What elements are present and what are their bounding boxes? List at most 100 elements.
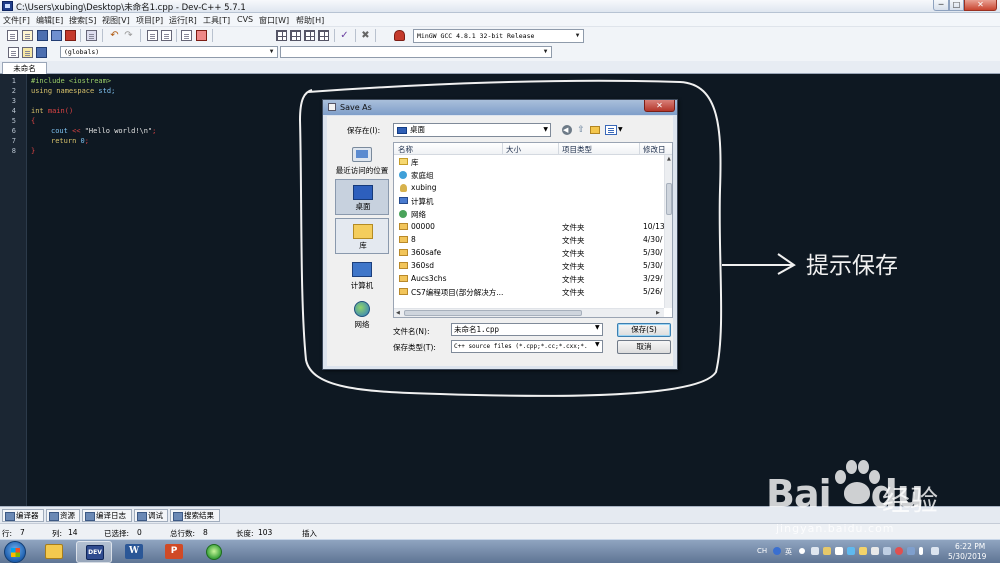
column-header-modified[interactable]: 修改日 [643, 144, 666, 155]
column-divider[interactable] [639, 143, 640, 155]
place-library[interactable]: 库 [335, 218, 389, 254]
ime-icon[interactable] [773, 547, 781, 555]
tray-language[interactable]: CH [757, 547, 767, 555]
debug-icon[interactable] [394, 30, 405, 41]
file-row[interactable]: 360safe 文件夹 5/30/ [394, 247, 664, 260]
menu-window[interactable]: 窗口[W] [259, 15, 289, 26]
tab-search-results[interactable]: 搜索结果 [170, 509, 220, 522]
place-network[interactable]: 网络 [335, 296, 389, 332]
compile-icon[interactable] [276, 30, 287, 41]
file-row[interactable]: 计算机 [394, 195, 664, 208]
place-recent[interactable]: 最近访问的位置 [335, 142, 389, 178]
column-header-name[interactable]: 名称 [398, 144, 413, 155]
column-divider[interactable] [502, 143, 503, 155]
chevron-down-icon[interactable]: ▼ [618, 126, 623, 133]
editor-tab-file[interactable]: 未命名1.cpp [2, 62, 47, 84]
up-folder-icon[interactable]: ⇧ [576, 125, 586, 135]
tab-debug[interactable]: 调试 [134, 509, 168, 522]
file-row[interactable]: 库 [394, 156, 664, 169]
wrench-icon[interactable] [835, 547, 843, 555]
filename-input[interactable]: 未命名1.cpp [451, 323, 603, 336]
display-icon[interactable] [883, 547, 891, 555]
menu-edit[interactable]: 编辑[E] [36, 15, 63, 26]
taskbar-360-browser[interactable] [196, 541, 232, 563]
save-button[interactable]: 保存(S) [617, 323, 671, 337]
scroll-left-icon[interactable]: ◀ [396, 310, 400, 316]
save-in-select[interactable]: 桌面 ▼ [393, 123, 551, 137]
file-row[interactable]: 360sd 文件夹 5/30/ [394, 260, 664, 273]
file-row[interactable]: CS7编程项目(部分解决方... 文件夹 5/26/ [394, 286, 664, 299]
network-tray-icon[interactable] [847, 547, 855, 555]
menu-search[interactable]: 搜索[S] [69, 15, 96, 26]
toggle-bookmark-icon[interactable] [22, 47, 33, 58]
goto-icon[interactable] [181, 30, 192, 41]
taskbar-explorer[interactable] [36, 541, 72, 563]
print-icon[interactable] [86, 30, 97, 41]
new-folder-icon[interactable] [590, 126, 600, 134]
update-icon[interactable] [895, 547, 903, 555]
horizontal-scroll-thumb[interactable] [404, 310, 582, 316]
menu-tools[interactable]: 工具[T] [203, 15, 230, 26]
file-row[interactable]: 家庭组 [394, 169, 664, 182]
redo-icon[interactable]: ↷ [123, 30, 134, 41]
function-select[interactable]: ▼ [280, 46, 552, 58]
scroll-right-icon[interactable]: ▶ [656, 310, 660, 316]
stop-icon[interactable]: ✖ [360, 30, 371, 41]
file-row[interactable]: 网络 [394, 208, 664, 221]
cancel-button[interactable]: 取消 [617, 340, 671, 354]
scope-select[interactable]: (globals) ▼ [60, 46, 278, 58]
battery-icon[interactable] [907, 547, 915, 555]
taskbar-powerpoint[interactable]: P [156, 541, 192, 563]
volume-icon[interactable] [931, 547, 939, 555]
menu-help[interactable]: 帮助[H] [296, 15, 324, 26]
taskbar-word[interactable]: W [116, 541, 152, 563]
punctuation-icon[interactable] [799, 548, 805, 554]
insert-icon[interactable] [8, 47, 19, 58]
close-window-button[interactable]: ✕ [964, 0, 997, 11]
clock-time[interactable]: 6:22 PM [955, 542, 985, 551]
dialog-close-button[interactable]: ✕ [644, 100, 675, 112]
vertical-scroll-thumb[interactable] [666, 183, 672, 215]
save-all-icon[interactable] [51, 30, 62, 41]
back-icon[interactable] [562, 125, 572, 135]
menu-cvs[interactable]: CVS [237, 15, 253, 24]
place-computer[interactable]: 计算机 [335, 257, 389, 293]
scroll-up-icon[interactable]: ▲ [667, 156, 671, 162]
replace-icon[interactable] [161, 30, 172, 41]
menu-run[interactable]: 运行[R] [169, 15, 197, 26]
file-row[interactable]: Aucs3chs 文件夹 3/29/ [394, 273, 664, 286]
flag-icon[interactable] [871, 547, 879, 555]
place-desktop[interactable]: 桌面 [335, 179, 389, 215]
new-file-icon[interactable] [7, 30, 18, 41]
menu-project[interactable]: 项目[P] [136, 15, 163, 26]
file-row[interactable]: xubing [394, 182, 664, 195]
tools-icon[interactable] [823, 547, 831, 555]
compiler-select[interactable]: MinGW GCC 4.8.1 32-bit Release ▼ [413, 29, 584, 43]
tab-resources[interactable]: 资源 [46, 509, 80, 522]
clock-date[interactable]: 5/30/2019 [948, 552, 986, 561]
save-icon[interactable] [37, 30, 48, 41]
maximize-button[interactable]: □ [949, 0, 964, 11]
column-header-size[interactable]: 大小 [506, 144, 521, 155]
file-list[interactable]: 名称 ^ 大小 项目类型 修改日 库 家庭组 xubing 计算机 网络 000… [393, 142, 673, 318]
horizontal-scrollbar[interactable]: ◀ ▶ [394, 308, 664, 317]
keyboard-icon[interactable] [811, 547, 819, 555]
goto-bookmark-icon[interactable] [36, 47, 47, 58]
find-icon[interactable] [147, 30, 158, 41]
window-icon[interactable] [196, 30, 207, 41]
run-icon[interactable] [290, 30, 301, 41]
start-button[interactable] [4, 541, 26, 563]
file-row[interactable]: 00000 文件夹 10/13 [394, 221, 665, 234]
menu-file[interactable]: 文件[F] [3, 15, 30, 26]
vertical-scrollbar[interactable]: ▲ [664, 155, 672, 308]
filetype-select[interactable]: C++ source files (*.cpp;*.cc;*.cxx;*. [451, 340, 603, 353]
undo-icon[interactable]: ↶ [109, 30, 120, 41]
tray-ime-mode[interactable]: 英 [785, 547, 792, 557]
minimize-button[interactable]: ─ [933, 0, 949, 11]
chevron-down-icon[interactable]: ▼ [595, 341, 600, 348]
file-row[interactable]: 8 文件夹 4/30/ [394, 234, 664, 247]
taskbar-devcpp[interactable]: DEV [76, 541, 112, 563]
signal-icon[interactable] [919, 547, 923, 555]
compile-run-icon[interactable] [304, 30, 315, 41]
chevron-down-icon[interactable]: ▼ [595, 324, 600, 331]
